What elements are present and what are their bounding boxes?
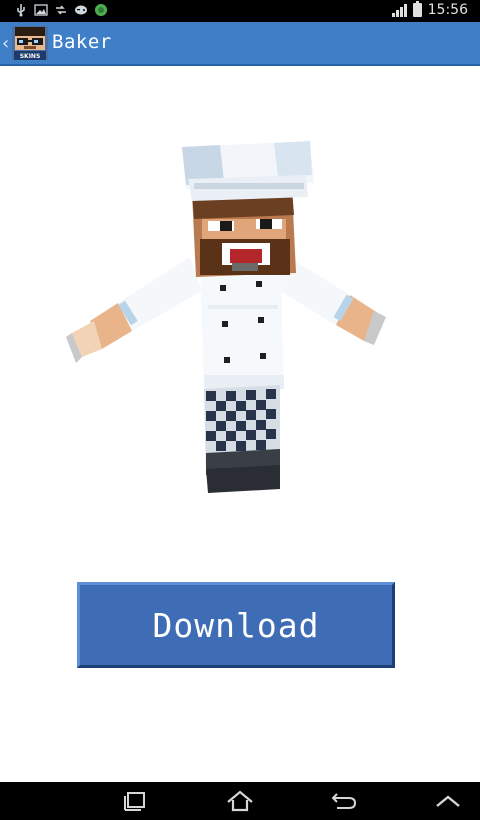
chevron-left-icon[interactable]: ‹	[2, 33, 9, 54]
skin-left-arm	[66, 257, 202, 363]
download-button-label: Download	[152, 605, 320, 645]
skins-app-icon[interactable]: SKINS	[10, 24, 50, 62]
skin-legs	[204, 385, 280, 493]
baker-skin-image	[66, 141, 386, 493]
battery-icon	[412, 1, 422, 17]
notification-icons	[14, 3, 108, 17]
swap-icon	[56, 5, 66, 15]
status-bar: 15:56	[0, 0, 480, 22]
app-bar: ‹ SKINS Baker	[0, 22, 480, 66]
signal-icon	[391, 3, 407, 17]
game-controller-icon	[75, 5, 87, 15]
back-icon[interactable]	[324, 788, 364, 814]
image-icon	[34, 4, 48, 16]
system-status: 15:56	[391, 1, 468, 18]
skin-chef-hat	[182, 141, 314, 201]
android-icon	[95, 4, 107, 16]
navigation-bar	[0, 782, 480, 820]
skin-head	[192, 189, 296, 277]
download-button[interactable]: Download	[77, 582, 395, 668]
home-icon[interactable]	[220, 788, 260, 814]
usb-icon	[17, 4, 25, 17]
svg-text:SKINS: SKINS	[20, 53, 41, 60]
page-title: Baker	[52, 31, 112, 53]
recent-apps-icon[interactable]	[116, 788, 156, 814]
collapse-icon[interactable]	[428, 788, 468, 814]
status-time: 15:56	[427, 2, 468, 18]
